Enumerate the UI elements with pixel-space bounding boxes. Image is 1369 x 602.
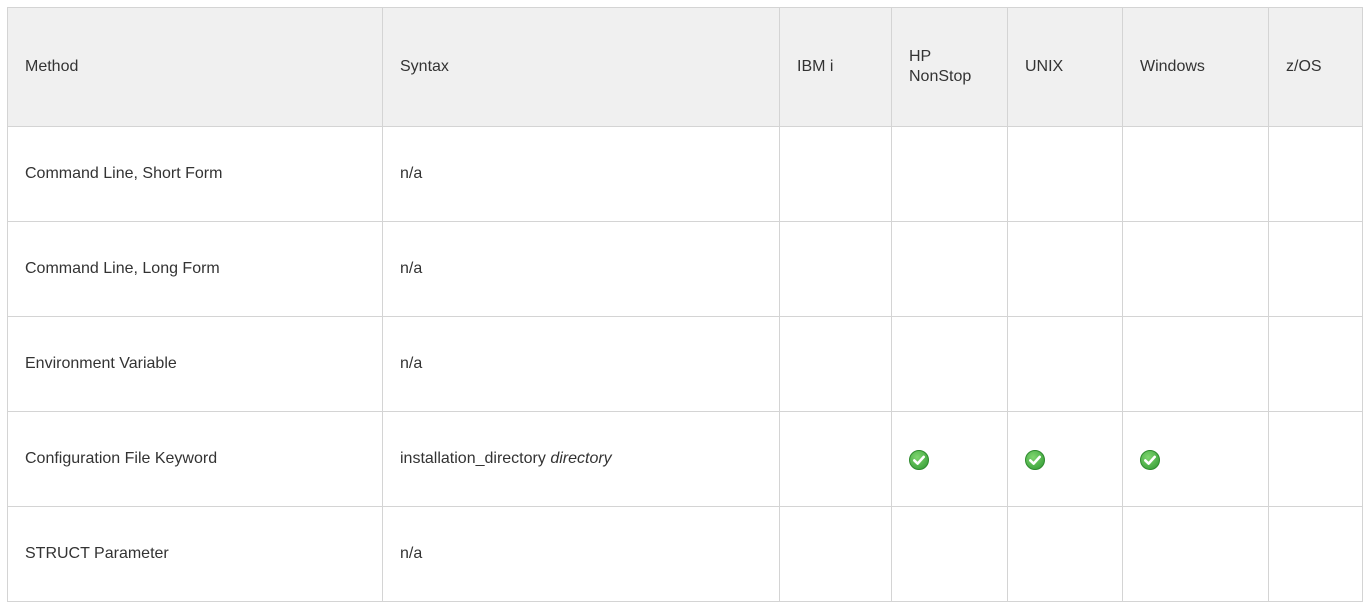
support-cell-ibm-i	[779, 411, 892, 507]
header-method: Method	[7, 7, 383, 127]
method-cell: STRUCT Parameter	[7, 506, 383, 602]
syntax-keyword: n/a	[400, 260, 423, 277]
table-row: Configuration File Keyword installation_d…	[7, 411, 1363, 507]
check-circle-icon	[909, 449, 929, 470]
support-cell-zos	[1268, 411, 1363, 507]
table-row: Command Line, Short Form n/a	[7, 126, 1363, 222]
syntax-keyword: n/a	[400, 165, 423, 182]
support-cell-ibm-i	[779, 126, 892, 222]
header-windows: Windows	[1122, 7, 1269, 127]
support-cell-zos	[1268, 316, 1363, 412]
support-cell-hp-nonstop	[891, 506, 1008, 602]
header-zos: z/OS	[1268, 7, 1363, 127]
check-circle-icon	[1140, 449, 1160, 470]
syntax-cell: n/a	[382, 221, 780, 317]
support-cell-ibm-i	[779, 221, 892, 317]
header-ibm-i: IBM i	[779, 7, 892, 127]
support-cell-unix	[1007, 506, 1123, 602]
table-row: STRUCT Parameter n/a	[7, 506, 1363, 602]
method-cell: Environment Variable	[7, 316, 383, 412]
support-cell-unix	[1007, 126, 1123, 222]
support-cell-hp-nonstop	[891, 411, 1008, 507]
support-cell-windows	[1122, 221, 1269, 317]
support-cell-ibm-i	[779, 316, 892, 412]
syntax-keyword: n/a	[400, 355, 423, 372]
support-cell-windows	[1122, 506, 1269, 602]
support-cell-ibm-i	[779, 506, 892, 602]
support-cell-zos	[1268, 506, 1363, 602]
syntax-cell: n/a	[382, 316, 780, 412]
support-cell-unix	[1007, 221, 1123, 317]
support-cell-hp-nonstop	[891, 316, 1008, 412]
support-cell-hp-nonstop	[891, 221, 1008, 317]
table-row: Environment Variable n/a	[7, 316, 1363, 412]
support-cell-windows	[1122, 411, 1269, 507]
header-hp-line2: NonStop	[909, 68, 972, 85]
header-hp-nonstop: HP NonStop	[891, 7, 1008, 127]
header-syntax: Syntax	[382, 7, 780, 127]
support-cell-zos	[1268, 221, 1363, 317]
header-row: Method Syntax IBM i HP NonStop UNIX Windo…	[7, 7, 1363, 127]
syntax-cell: n/a	[382, 126, 780, 222]
method-cell: Command Line, Long Form	[7, 221, 383, 317]
methods-table: Method Syntax IBM i HP NonStop UNIX Windo…	[7, 7, 1363, 602]
table-row: Command Line, Long Form n/a	[7, 221, 1363, 317]
header-hp-line1: HP	[909, 48, 932, 65]
support-cell-windows	[1122, 126, 1269, 222]
check-circle-icon	[1025, 449, 1045, 470]
support-cell-unix	[1007, 316, 1123, 412]
syntax-keyword: n/a	[400, 545, 423, 562]
header-unix: UNIX	[1007, 7, 1123, 127]
method-cell: Command Line, Short Form	[7, 126, 383, 222]
support-cell-windows	[1122, 316, 1269, 412]
syntax-cell: n/a	[382, 506, 780, 602]
support-cell-zos	[1268, 126, 1363, 222]
method-cell: Configuration File Keyword	[7, 411, 383, 507]
support-cell-unix	[1007, 411, 1123, 507]
syntax-keyword: installation_directory	[400, 450, 546, 467]
support-cell-hp-nonstop	[891, 126, 1008, 222]
syntax-cell: installation_directory directory	[382, 411, 780, 507]
syntax-parameter: directory	[550, 450, 612, 467]
